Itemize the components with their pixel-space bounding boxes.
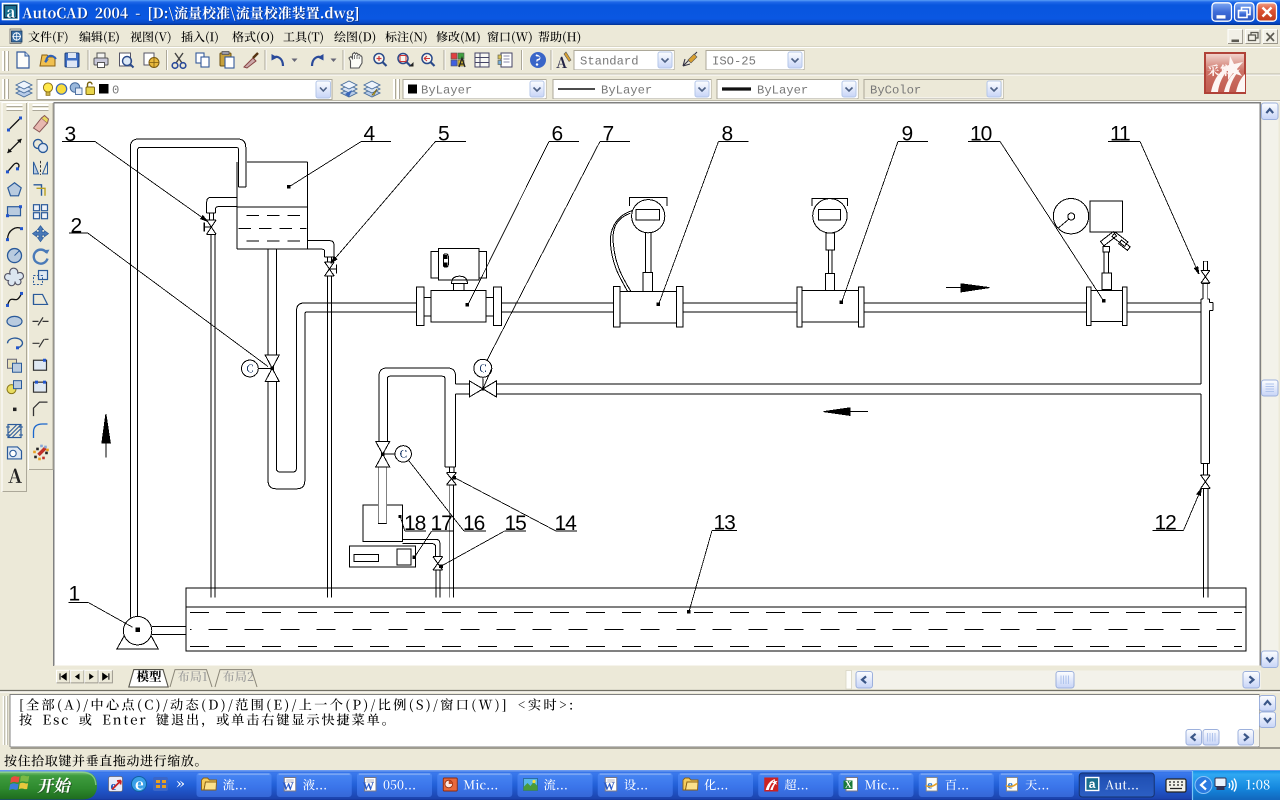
- svg-text:0: 0: [112, 84, 119, 98]
- svg-text:15: 15: [505, 512, 527, 535]
- svg-text:W: W: [282, 781, 294, 793]
- svg-text:9: 9: [902, 122, 913, 145]
- svg-text:7: 7: [603, 122, 614, 145]
- svg-text:18: 18: [404, 512, 426, 535]
- svg-text:8: 8: [722, 122, 733, 145]
- svg-text:3: 3: [65, 123, 76, 146]
- svg-text:2: 2: [71, 215, 82, 238]
- svg-text:11: 11: [1110, 122, 1130, 145]
- svg-text:4: 4: [364, 122, 376, 145]
- svg-text:12: 12: [1155, 511, 1177, 534]
- svg-text:X: X: [845, 780, 852, 790]
- svg-text:W: W: [603, 781, 615, 793]
- svg-text:W: W: [363, 781, 375, 793]
- svg-text:ByColor: ByColor: [870, 83, 921, 97]
- svg-text:a: a: [1089, 777, 1096, 791]
- svg-text:ByLayer: ByLayer: [421, 83, 472, 97]
- svg-text:16: 16: [463, 512, 485, 535]
- svg-text:ByLayer: ByLayer: [757, 83, 808, 97]
- svg-text:e: e: [1008, 778, 1014, 792]
- svg-text:Standard: Standard: [580, 54, 639, 68]
- svg-text:ISO-25: ISO-25: [712, 54, 756, 68]
- svg-text:10: 10: [970, 122, 992, 145]
- svg-text:6: 6: [552, 122, 563, 145]
- svg-text:ByLayer: ByLayer: [601, 83, 652, 97]
- svg-text:17: 17: [431, 512, 453, 535]
- svg-text:14: 14: [555, 512, 578, 535]
- svg-text:e: e: [927, 778, 933, 792]
- svg-text:5: 5: [438, 122, 449, 145]
